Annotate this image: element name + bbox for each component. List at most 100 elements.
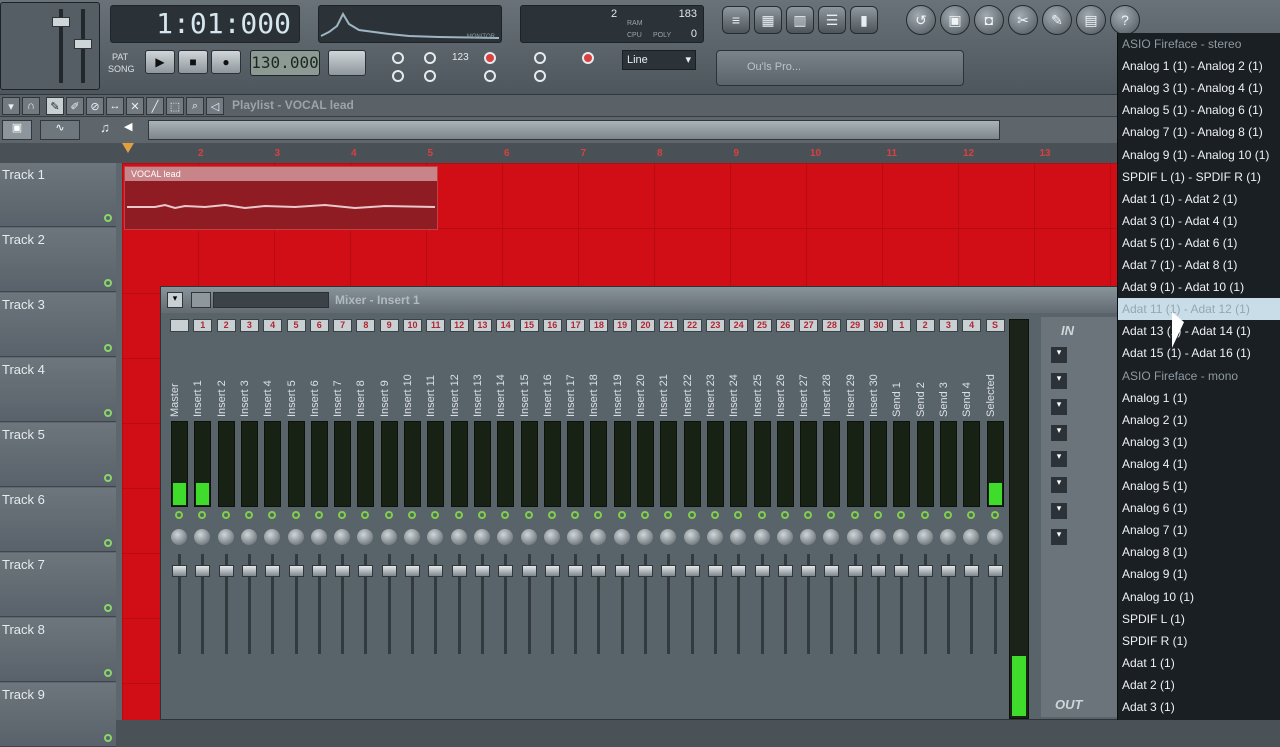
strip-number[interactable]: 24 xyxy=(729,319,749,332)
pan-knob[interactable] xyxy=(380,529,397,545)
pan-knob[interactable] xyxy=(706,529,723,545)
strip-number[interactable]: 18 xyxy=(589,319,609,332)
pan-knob[interactable] xyxy=(800,529,817,545)
mixer-strip[interactable]: 22 Insert 22 xyxy=(682,319,703,719)
pan-knob[interactable] xyxy=(683,529,700,545)
track-header[interactable]: Track 1 xyxy=(0,163,116,227)
strip-mute-led[interactable] xyxy=(897,511,906,519)
strip-number[interactable]: 2 xyxy=(915,319,935,332)
track-enable-icon[interactable] xyxy=(104,604,112,612)
pan-knob[interactable] xyxy=(520,529,537,545)
strip-mute-led[interactable] xyxy=(780,511,789,519)
strip-mute-led[interactable] xyxy=(221,511,230,519)
strip-mute-led[interactable] xyxy=(874,511,882,519)
strip-mute-led[interactable] xyxy=(291,511,300,519)
track-header[interactable]: Track 3 xyxy=(0,293,116,357)
volume-fader-handle[interactable] xyxy=(498,565,514,577)
select-tool-icon[interactable]: ⬚ xyxy=(166,97,184,115)
countdown-toggle[interactable] xyxy=(424,52,436,64)
strip-mute-led[interactable] xyxy=(175,511,183,519)
tools-button[interactable]: ✎ xyxy=(1042,5,1072,35)
master-pitch-handle[interactable] xyxy=(74,39,92,49)
volume-fader-handle[interactable] xyxy=(894,565,910,577)
pan-knob[interactable] xyxy=(753,529,770,545)
strip-number[interactable]: 4 xyxy=(263,319,283,332)
menu-item[interactable]: SPDIF L (1) xyxy=(1118,608,1280,630)
menu-item[interactable]: Analog 6 (1) xyxy=(1118,497,1280,519)
volume-fader-handle[interactable] xyxy=(241,565,257,577)
pan-knob[interactable] xyxy=(171,529,187,545)
automation-view-button[interactable]: ♫ xyxy=(90,120,120,140)
fx-slot-8[interactable]: ▾ xyxy=(1051,529,1067,545)
track-header[interactable]: Track 8 xyxy=(0,618,116,682)
pan-knob[interactable] xyxy=(776,529,793,545)
record-button[interactable]: ● xyxy=(211,50,241,74)
menu-item[interactable]: Adat 5 (1) - Adat 6 (1) xyxy=(1118,232,1280,254)
brush-icon[interactable]: ✐ xyxy=(66,97,84,115)
mixer-strip[interactable]: 3 Send 3 xyxy=(938,319,959,719)
strip-number[interactable]: 23 xyxy=(705,319,725,332)
volume-fader-handle[interactable] xyxy=(684,565,700,577)
pattern-view-button[interactable]: ▣ xyxy=(2,120,32,140)
menu-item[interactable]: Analog 1 (1) xyxy=(1118,387,1280,409)
strip-number[interactable]: 7 xyxy=(333,319,353,332)
menu-item[interactable]: Analog 5 (1) xyxy=(1118,475,1280,497)
overdub-toggle[interactable] xyxy=(484,70,496,82)
strip-mute-led[interactable] xyxy=(501,511,510,519)
strip-number[interactable]: 9 xyxy=(379,319,399,332)
pan-knob[interactable] xyxy=(590,529,607,545)
volume-fader-handle[interactable] xyxy=(871,565,886,577)
song-time-display[interactable]: 1:01:000 xyxy=(110,5,300,43)
menu-item[interactable]: Analog 3 (1) - Analog 4 (1) xyxy=(1118,77,1280,99)
volume-fader-handle[interactable] xyxy=(218,565,234,577)
undo-button[interactable]: ↺ xyxy=(906,5,936,35)
menu-item[interactable]: Adat 1 (1) xyxy=(1118,652,1280,674)
pan-knob[interactable] xyxy=(870,529,886,545)
strip-number[interactable]: 1 xyxy=(193,319,213,332)
pan-knob[interactable] xyxy=(986,529,1003,545)
timeline-ruler[interactable]: 2 3 4 5 6 7 8 9 10 11 12 13 xyxy=(0,143,1120,163)
fx-slot-6[interactable]: ▾ xyxy=(1051,477,1067,493)
strip-mute-led[interactable] xyxy=(734,511,743,519)
mixer-strip[interactable]: 25 Insert 25 xyxy=(752,319,773,719)
pan-knob[interactable] xyxy=(427,529,444,545)
strip-number[interactable]: 22 xyxy=(682,319,702,332)
volume-fader-handle[interactable] xyxy=(451,565,467,577)
volume-fader-handle[interactable] xyxy=(358,565,374,577)
strip-number[interactable]: 21 xyxy=(659,319,679,332)
menu-item[interactable]: Analog 9 (1) - Analog 10 (1) xyxy=(1118,144,1280,166)
track-header[interactable]: Track 9 xyxy=(0,683,116,747)
strip-mute-led[interactable] xyxy=(524,511,533,519)
project-info-button[interactable]: ▤ xyxy=(1076,5,1106,35)
pan-knob[interactable] xyxy=(287,529,304,545)
volume-fader-handle[interactable] xyxy=(707,565,723,577)
pan-knob[interactable] xyxy=(194,529,211,545)
volume-fader-handle[interactable] xyxy=(405,565,420,577)
strip-number[interactable]: 25 xyxy=(752,319,772,332)
volume-fader-handle[interactable] xyxy=(335,565,351,577)
mixer-strip[interactable]: 16 Insert 16 xyxy=(542,319,563,719)
strip-number[interactable]: 20 xyxy=(636,319,655,332)
mixer-strip[interactable]: 8 Insert 8 xyxy=(355,319,376,719)
pan-knob[interactable] xyxy=(637,529,653,545)
strip-mute-led[interactable] xyxy=(827,511,836,519)
typing-keyboard-toggle[interactable] xyxy=(582,52,594,64)
menu-item[interactable]: Analog 2 (1) xyxy=(1118,409,1280,431)
mixer-menu-icon[interactable]: ▾ xyxy=(167,292,183,308)
mixer-strip[interactable]: S Selected xyxy=(985,319,1006,719)
multilink-toggle[interactable] xyxy=(534,70,546,82)
mixer-strip[interactable]: 7 Insert 7 xyxy=(332,319,353,719)
strip-mute-led[interactable] xyxy=(804,511,813,519)
track-enable-icon[interactable] xyxy=(104,669,112,677)
pan-knob[interactable] xyxy=(916,529,933,545)
volume-fader-handle[interactable] xyxy=(614,565,630,577)
mixer-strip[interactable]: 5 Insert 5 xyxy=(286,319,307,719)
volume-fader-handle[interactable] xyxy=(265,565,281,577)
menu-item[interactable]: Analog 5 (1) - Analog 6 (1) xyxy=(1118,99,1280,121)
scroll-left-icon[interactable]: ◀ xyxy=(124,120,142,140)
strip-mute-led[interactable] xyxy=(338,511,347,519)
step-sequencer-button[interactable]: ▦ xyxy=(754,6,782,34)
delete-tool-icon[interactable]: ✕ xyxy=(126,97,144,115)
strip-number[interactable]: 14 xyxy=(496,319,516,332)
pan-knob[interactable] xyxy=(450,529,467,545)
